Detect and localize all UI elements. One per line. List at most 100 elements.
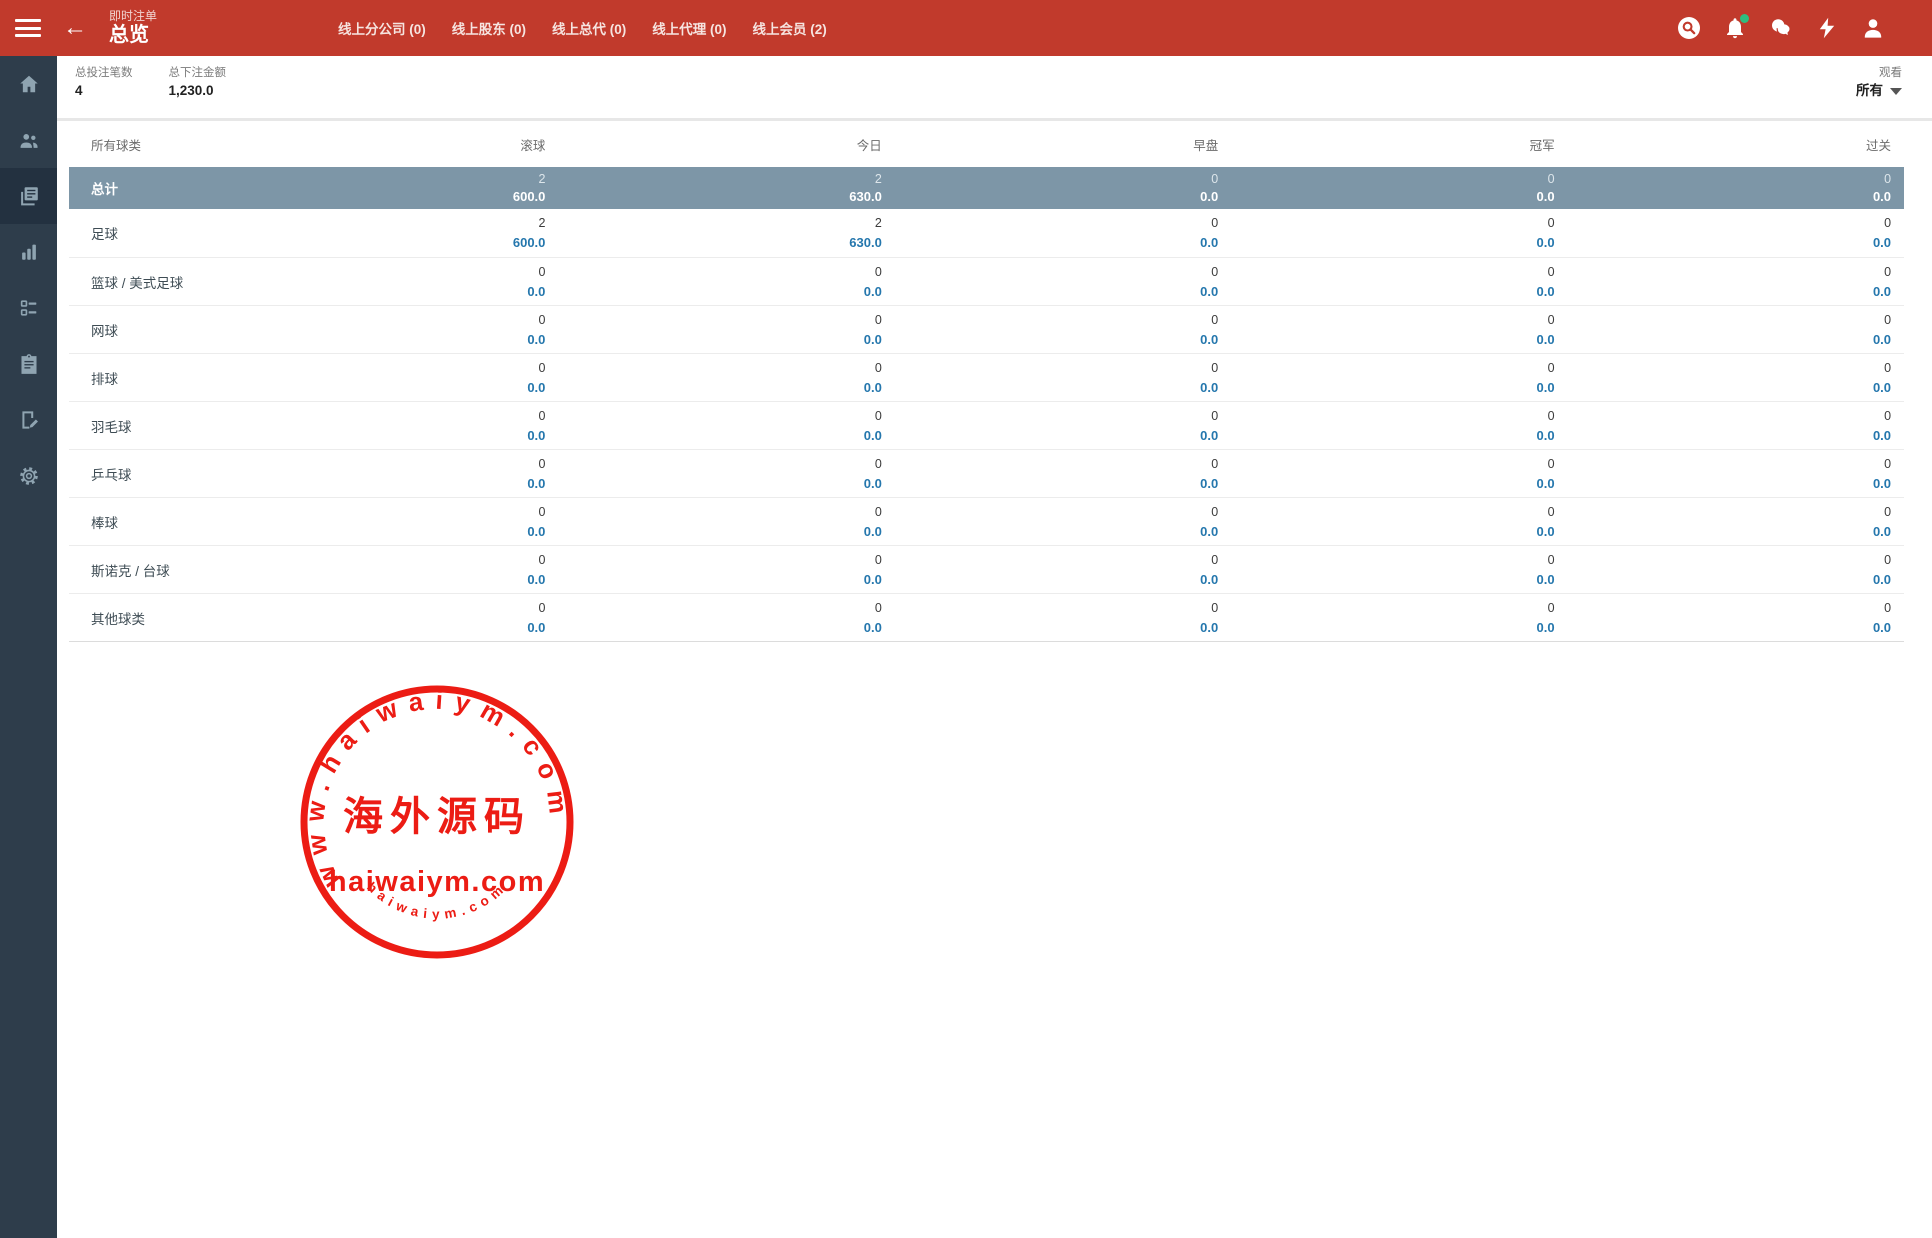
cell-amount[interactable]: 0.0 <box>1218 522 1554 541</box>
cell-count: 0 <box>1555 551 1891 570</box>
cell-amount[interactable]: 0.0 <box>882 330 1218 349</box>
cell-amount[interactable]: 0.0 <box>882 618 1218 637</box>
cell-amount[interactable]: 600.0 <box>209 233 545 252</box>
cell-amount[interactable]: 0.0 <box>1555 378 1891 397</box>
column-header-today: 今日 <box>545 121 881 167</box>
cell-amount[interactable]: 0.0 <box>882 474 1218 493</box>
table-row[interactable]: 斯诺克 / 台球 00.0 00.0 00.0 00.0 00.0 <box>69 545 1904 593</box>
cell-amount[interactable]: 0.0 <box>209 426 545 445</box>
column-header-outright: 冠军 <box>1218 121 1554 167</box>
cell-amount[interactable]: 0.0 <box>1555 330 1891 349</box>
row-label: 棒球 <box>69 498 209 545</box>
table-cell: 00.0 <box>545 498 881 545</box>
svg-text:www.haiwaiym.com: www.haiwaiym.com <box>299 685 575 893</box>
table-cell: 00.0 <box>882 209 1218 257</box>
chat-icon[interactable] <box>1768 15 1794 41</box>
cell-amount[interactable]: 0.0 <box>545 474 881 493</box>
table-row[interactable]: 排球 00.0 00.0 00.0 00.0 00.0 <box>69 353 1904 401</box>
cell-amount[interactable]: 0.0 <box>545 426 881 445</box>
table-header-row: 所有球类 滚球 今日 早盘 冠军 过关 <box>69 121 1904 167</box>
total-bet-count-value: 4 <box>75 81 133 100</box>
cell-amount[interactable]: 0.0 <box>1218 426 1554 445</box>
cell-amount[interactable]: 0.0 <box>545 282 881 301</box>
notification-status-dot <box>1740 14 1749 23</box>
cell-amount[interactable]: 0.0 <box>209 618 545 637</box>
sidebar-item-clipboard[interactable] <box>0 336 57 392</box>
table-row[interactable]: 网球 00.0 00.0 00.0 00.0 00.0 <box>69 305 1904 353</box>
flash-icon[interactable] <box>1814 15 1840 41</box>
cell-amount[interactable]: 0.0 <box>1555 570 1891 589</box>
cell-amount[interactable]: 0.0 <box>209 282 545 301</box>
cell-amount[interactable]: 0.0 <box>545 618 881 637</box>
cell-amount[interactable]: 0.0 <box>209 330 545 349</box>
account-icon[interactable] <box>1860 15 1886 41</box>
table-cell: 00.0 <box>1218 498 1554 545</box>
cell-amount[interactable]: 0.0 <box>1555 522 1891 541</box>
cell-amount[interactable]: 0.0 <box>1218 570 1554 589</box>
table-cell: 2630.0 <box>545 209 881 257</box>
sidebar-item-home[interactable] <box>0 56 57 112</box>
cell-count: 0 <box>1218 263 1554 282</box>
cell-amount[interactable]: 0.0 <box>545 378 881 397</box>
table-row[interactable]: 足球 2600.0 2630.0 00.0 00.0 00.0 <box>69 209 1904 257</box>
cell-amount[interactable]: 0.0 <box>882 522 1218 541</box>
cell-count: 2 <box>545 214 881 233</box>
cell-amount[interactable]: 630.0 <box>545 233 881 252</box>
cell-amount[interactable]: 0.0 <box>545 522 881 541</box>
cell-amount[interactable]: 0.0 <box>1555 618 1891 637</box>
notifications-bell-icon[interactable] <box>1722 15 1748 41</box>
cell-amount[interactable]: 0.0 <box>1555 474 1891 493</box>
cell-amount[interactable]: 0.0 <box>882 570 1218 589</box>
table-row[interactable]: 篮球 / 美式足球 00.0 00.0 00.0 00.0 00.0 <box>69 257 1904 305</box>
cell-amount[interactable]: 0.0 <box>882 233 1218 252</box>
back-arrow-icon[interactable]: ← <box>63 16 87 40</box>
tab-member[interactable]: 线上会员 (2) <box>753 18 827 38</box>
page-title: 总览 <box>109 23 157 47</box>
sidebar-item-members[interactable] <box>0 112 57 168</box>
cell-amount[interactable]: 0.0 <box>1218 474 1554 493</box>
cell-amount[interactable]: 0.0 <box>882 378 1218 397</box>
sidebar-item-reports[interactable] <box>0 168 57 224</box>
cell-amount[interactable]: 0.0 <box>1218 618 1554 637</box>
cell-count: 0 <box>882 407 1218 426</box>
cell-amount[interactable]: 0.0 <box>209 522 545 541</box>
search-icon[interactable] <box>1676 15 1702 41</box>
cell-amount[interactable]: 0.0 <box>209 570 545 589</box>
sidebar-item-notes[interactable] <box>0 392 57 448</box>
table-row[interactable]: 棒球 00.0 00.0 00.0 00.0 00.0 <box>69 497 1904 545</box>
cell-count: 0 <box>1218 551 1554 570</box>
sidebar-item-ballot[interactable] <box>0 280 57 336</box>
sidebar-item-settings[interactable] <box>0 448 57 504</box>
tab-branch[interactable]: 线上分公司 (0) <box>338 18 426 38</box>
cell-amount[interactable]: 0.0 <box>1555 233 1891 252</box>
tab-master-agent[interactable]: 线上总代 (0) <box>552 18 626 38</box>
total-bet-amount: 总下注金额 1,230.0 <box>169 65 227 100</box>
tab-agent[interactable]: 线上代理 (0) <box>652 18 726 38</box>
cell-amount[interactable]: 0.0 <box>1218 330 1554 349</box>
cell-amount[interactable]: 0.0 <box>1218 378 1554 397</box>
cell-amount[interactable]: 0.0 <box>545 330 881 349</box>
row-label: 其他球类 <box>69 594 209 641</box>
cell-amount[interactable]: 0.0 <box>1555 426 1891 445</box>
cell-count: 0 <box>545 359 881 378</box>
cell-amount[interactable]: 0.0 <box>1218 282 1554 301</box>
sidebar-item-statistics[interactable] <box>0 224 57 280</box>
table-cell: 00.0 <box>545 450 881 497</box>
cell-amount[interactable]: 0.0 <box>209 474 545 493</box>
cell-amount[interactable]: 0.0 <box>1555 282 1891 301</box>
main-content: 总投注笔数 4 总下注金额 1,230.0 观看 所有 所有球类 滚球 今日 早… <box>57 56 1932 642</box>
table-row[interactable]: 其他球类 00.0 00.0 00.0 00.0 00.0 <box>69 593 1904 641</box>
cell-amount[interactable]: 0.0 <box>209 378 545 397</box>
table-cell: 00.0 <box>545 354 881 401</box>
table-row[interactable]: 乒乓球 00.0 00.0 00.0 00.0 00.0 <box>69 449 1904 497</box>
column-header-running: 滚球 <box>209 121 545 167</box>
tab-shareholder[interactable]: 线上股东 (0) <box>452 18 526 38</box>
menu-icon[interactable] <box>15 19 41 37</box>
cell-amount[interactable]: 0.0 <box>1218 233 1554 252</box>
cell-amount[interactable]: 0.0 <box>545 570 881 589</box>
cell-amount[interactable]: 0.0 <box>882 282 1218 301</box>
table-row[interactable]: 羽毛球 00.0 00.0 00.0 00.0 00.0 <box>69 401 1904 449</box>
cell-amount[interactable]: 0.0 <box>882 426 1218 445</box>
cell-count: 0 <box>1218 599 1554 618</box>
viewer-filter-dropdown[interactable]: 所有 <box>1856 81 1902 100</box>
